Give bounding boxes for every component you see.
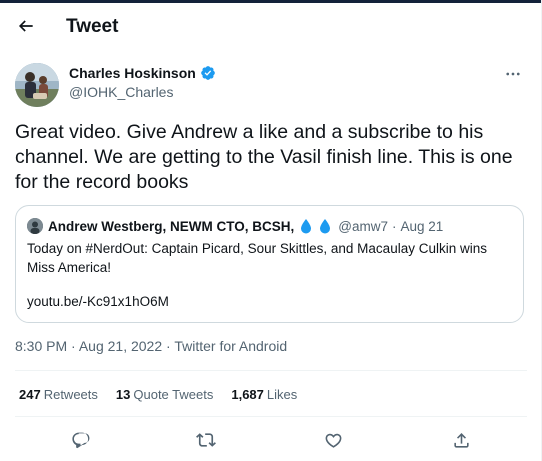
avatar-image [15,63,59,107]
quoted-tweet-header: Andrew Westberg, NEWM CTO, BCSH, @amw7 ·… [27,218,443,234]
separator-dot: · [71,338,76,354]
droplet-icon [320,219,331,234]
reply-button[interactable] [66,426,94,454]
heart-icon [325,433,341,448]
tweet-actions-bar [15,422,527,456]
likes-label: Likes [266,387,298,402]
separator-dot: · [166,338,171,354]
share-icon [453,432,469,448]
divider [15,370,527,371]
arrow-left-icon [18,20,33,32]
tweet-date[interactable]: Aug 21, 2022 [79,338,162,354]
like-button[interactable] [319,426,347,454]
divider [15,416,527,417]
author-name-row: Charles Hoskinson [69,65,216,81]
quoted-avatar [27,218,43,234]
retweets-stat[interactable]: 247 Retweets [19,387,98,402]
retweets-label: Retweets [43,387,98,402]
back-button[interactable] [13,13,39,39]
avatar[interactable] [15,63,59,107]
tweet-stats: 247 Retweets 13 Quote Tweets 1,687 Likes [19,387,297,402]
quote-tweets-count: 13 [115,387,131,402]
retweet-button[interactable] [192,426,220,454]
separator-dot: · [392,218,397,234]
quote-tweets-label: Quote Tweets [133,387,214,402]
tweet-author: Charles Hoskinson @IOHK_Charles [15,61,527,109]
tweet-metadata: 8:30 PM · Aug 21, 2022 · Twitter for And… [15,338,287,354]
likes-stat[interactable]: 1,687 Likes [231,387,297,402]
more-horizontal-icon [506,72,520,76]
retweet-icon [196,433,216,447]
author-name[interactable]: Charles Hoskinson [69,65,196,81]
quoted-author-handle: @amw7 [338,218,388,234]
tweet-text: Great video. Give Andrew a like and a su… [15,121,513,193]
tweet-time[interactable]: 8:30 PM [15,338,67,354]
reply-icon [71,432,89,448]
quoted-author-name: Andrew Westberg, NEWM CTO, BCSH, [48,218,295,234]
droplet-icon [301,219,312,234]
tweet-source[interactable]: Twitter for Android [174,338,287,354]
quoted-tweet-link[interactable]: youtu.be/-Kc91x1hO6M [27,294,169,309]
tweet-header: Tweet [0,3,542,51]
verified-badge-icon [200,66,215,80]
likes-count: 1,687 [231,387,264,402]
author-handle[interactable]: @IOHK_Charles [69,84,173,100]
page-title: Tweet [66,16,119,37]
retweets-count: 247 [19,387,41,402]
quoted-date: Aug 21 [400,218,444,234]
quoted-tweet-card[interactable]: Andrew Westberg, NEWM CTO, BCSH, @amw7 ·… [15,205,524,323]
share-button[interactable] [447,426,475,454]
quote-tweets-stat[interactable]: 13 Quote Tweets [116,387,213,402]
more-options-button[interactable] [501,64,525,84]
quoted-tweet-text: Today on #NerdOut: Captain Picard, Sour … [27,241,487,275]
